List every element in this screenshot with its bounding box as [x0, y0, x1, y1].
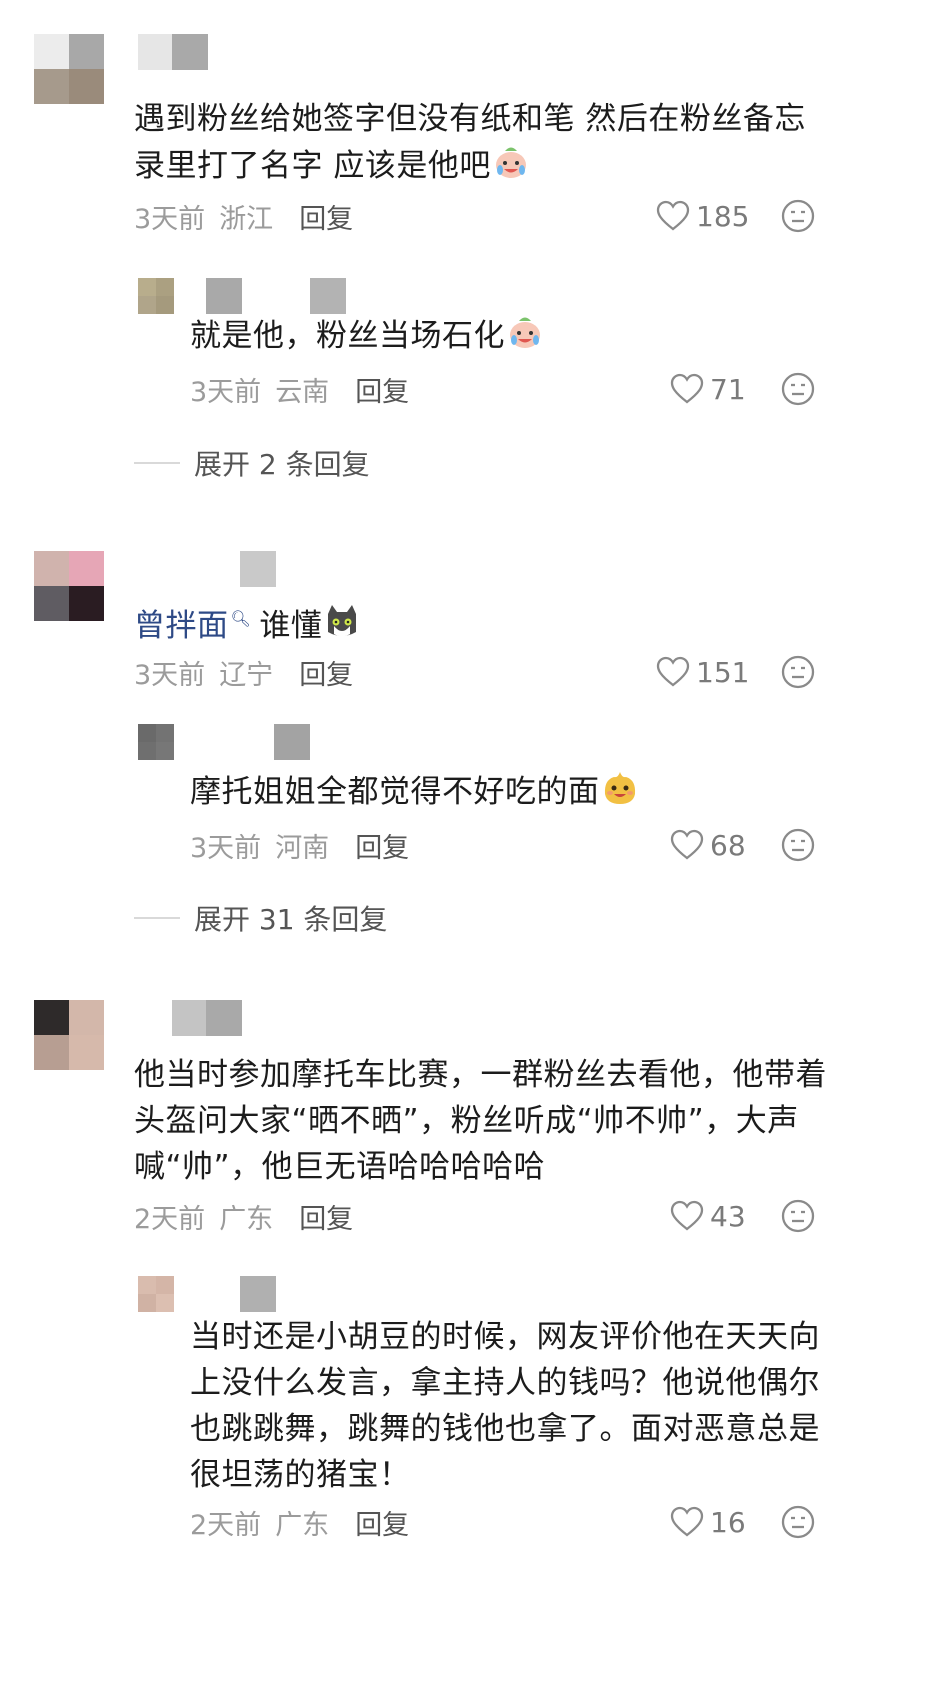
neutral-face-icon[interactable]	[780, 1198, 816, 1234]
reply-text: 就是他，粉丝当场石化	[190, 312, 830, 365]
comment-time: 2天前	[134, 1203, 206, 1235]
cat-emoji-icon	[322, 602, 362, 655]
neutral-face-icon[interactable]	[780, 1504, 816, 1540]
like-button[interactable]: 68	[670, 825, 746, 865]
comment-meta: 3天前 浙江 回复	[134, 196, 353, 236]
expand-replies-button[interactable]: 展开 31 条回复	[134, 898, 387, 938]
username-redacted[interactable]	[172, 1000, 242, 1036]
reply-time: 3天前	[190, 832, 262, 864]
like-count: 68	[710, 828, 746, 862]
heart-outline-icon	[670, 829, 704, 860]
neutral-face-icon[interactable]	[780, 654, 816, 690]
comment-location: 浙江	[219, 203, 274, 235]
like-count: 16	[710, 1505, 746, 1539]
avatar[interactable]	[138, 278, 174, 314]
avatar[interactable]	[34, 551, 104, 621]
like-count: 185	[696, 199, 750, 233]
reply-text: 当时还是小胡豆的时候，网友评价他在天天向上没什么发言，拿主持人的钱吗？他说他偶尔…	[190, 1319, 820, 1493]
reply-button[interactable]: 回复	[355, 370, 409, 409]
heart-outline-icon	[656, 200, 690, 231]
comment-text: 遇到粉丝给她签字但没有纸和笔 然后在粉丝备忘录里打了名字 应该是他吧	[134, 96, 834, 195]
reply-button[interactable]: 回复	[299, 1197, 353, 1236]
like-count: 43	[710, 1199, 746, 1233]
avatar[interactable]	[34, 1000, 104, 1070]
comment-time: 3天前	[134, 659, 206, 691]
divider	[134, 917, 180, 919]
neutral-face-icon[interactable]	[780, 827, 816, 863]
neutral-face-icon[interactable]	[780, 371, 816, 407]
reply-text: 摩托姐姐全都觉得不好吃的面	[190, 768, 830, 821]
reply-meta: 3天前 云南 回复	[190, 369, 409, 409]
comment-location: 辽宁	[219, 659, 274, 691]
reply-time: 3天前	[190, 376, 262, 408]
comment-meta: 3天前 辽宁 回复	[134, 652, 353, 692]
comment-list: 遇到粉丝给她签字但没有纸和笔 然后在粉丝备忘录里打了名字 应该是他吧 3天前 浙…	[0, 0, 926, 1682]
drooling-bun-emoji-icon	[600, 768, 640, 821]
reply-meta: 2天前 广东 回复	[190, 1502, 409, 1542]
avatar[interactable]	[138, 1276, 174, 1312]
expand-replies-label: 展开 2 条回复	[194, 448, 370, 481]
search-keyword-link[interactable]: 曾拌面	[134, 608, 229, 644]
reply-location: 广东	[275, 1509, 330, 1541]
heart-outline-icon	[670, 1200, 704, 1231]
reply-button[interactable]: 回复	[299, 653, 353, 692]
like-button[interactable]: 185	[656, 196, 749, 236]
comment-location: 广东	[219, 1203, 274, 1235]
username-redacted[interactable]	[206, 278, 346, 314]
neutral-face-icon[interactable]	[780, 198, 816, 234]
reply-button[interactable]: 回复	[355, 1503, 409, 1542]
username-redacted[interactable]	[274, 724, 310, 760]
reply-meta: 3天前 河南 回复	[190, 825, 409, 865]
laughing-crying-emoji-icon	[505, 312, 545, 365]
like-button[interactable]: 71	[670, 369, 746, 409]
reply-button[interactable]: 回复	[355, 826, 409, 865]
heart-outline-icon	[656, 656, 690, 687]
expand-replies-button[interactable]: 展开 2 条回复	[134, 443, 370, 483]
heart-outline-icon	[670, 1506, 704, 1537]
like-button[interactable]: 43	[670, 1196, 746, 1236]
search-icon[interactable]: 🔍︎	[231, 609, 252, 628]
comment-text: 曾拌面 🔍︎ 谁懂	[134, 596, 834, 655]
avatar[interactable]	[138, 724, 174, 760]
avatar[interactable]	[34, 34, 104, 104]
heart-outline-icon	[670, 373, 704, 404]
divider	[134, 462, 180, 464]
reply-time: 2天前	[190, 1509, 262, 1541]
comment-text: 他当时参加摩托车比赛，一群粉丝去看他，他带着头盔问大家“晒不晒”，粉丝听成“帅不…	[134, 1057, 827, 1185]
reply-button[interactable]: 回复	[299, 197, 353, 236]
like-button[interactable]: 16	[670, 1502, 746, 1542]
like-button[interactable]: 151	[656, 652, 749, 692]
laughing-crying-emoji-icon	[491, 142, 531, 195]
username-redacted[interactable]	[240, 1276, 276, 1312]
username-redacted[interactable]	[138, 34, 208, 70]
expand-replies-label: 展开 31 条回复	[194, 903, 388, 936]
comment-time: 3天前	[134, 203, 206, 235]
reply-location: 河南	[275, 832, 330, 864]
username-redacted[interactable]	[240, 551, 276, 587]
comment-meta: 2天前 广东 回复	[134, 1196, 353, 1236]
reply-location: 云南	[275, 376, 330, 408]
like-count: 71	[710, 372, 746, 406]
like-count: 151	[696, 655, 750, 689]
